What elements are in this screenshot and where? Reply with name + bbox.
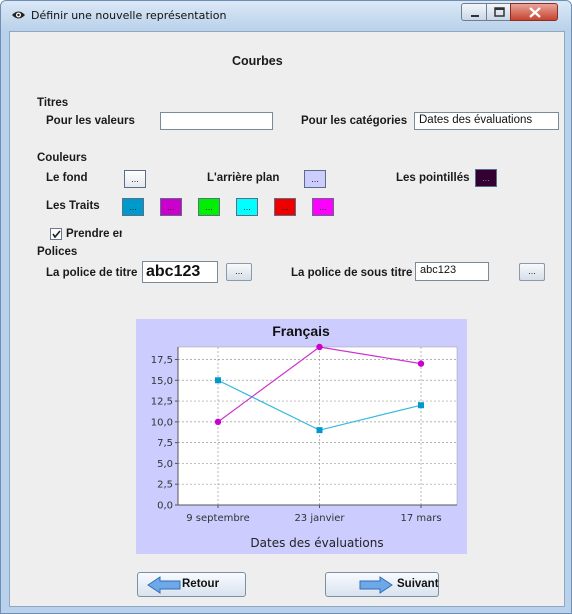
y-tick-label: 2,5 (157, 480, 173, 491)
subtitle-font-label: La police de sous titre (291, 267, 413, 279)
maximize-button[interactable] (486, 3, 511, 21)
data-point (215, 377, 221, 384)
x-axis-title: Dates des évaluations (250, 536, 383, 550)
retour-button[interactable]: Retour (137, 572, 246, 597)
values-title-label: Pour les valeurs (46, 115, 135, 127)
arriere-plan-label: L'arrière plan (207, 172, 280, 184)
trait-color-button-5[interactable]: ... (274, 198, 296, 216)
y-tick-label: 5,0 (157, 459, 173, 470)
window-title: Définir une nouvelle représentation (31, 9, 227, 22)
categories-title-label: Pour les catégories (301, 115, 408, 127)
checkmark-icon (52, 230, 61, 239)
y-tick-label: 0,0 (157, 501, 173, 512)
chart-panel: Français 0,0 2,5 5,0 7,5 10,0 12,5 15,0 17,5 9 … (136, 319, 467, 554)
x-tick-label: 9 septembre (186, 513, 249, 524)
minimize-icon (471, 15, 479, 17)
couleurs-section-label: Couleurs (37, 152, 87, 164)
title-font-button[interactable]: ... (226, 263, 252, 281)
arrow-left-icon (147, 576, 181, 594)
prendre-label: Prendre en (66, 228, 122, 240)
chart-title: Français (272, 323, 330, 339)
subtitle-font-button[interactable]: ... (519, 263, 545, 281)
x-tick-label: 23 janvier (294, 513, 345, 524)
arrow-right-icon (359, 576, 393, 594)
title-font-label: La police de titre (46, 267, 138, 279)
plot-area (177, 346, 458, 506)
subtitle-font-sample[interactable]: abc123 (415, 262, 489, 281)
pointilles-color-button[interactable]: ... (475, 169, 497, 187)
y-tick-label: 15,0 (151, 376, 173, 387)
close-button[interactable] (510, 3, 558, 21)
traits-label: Les Traits (46, 200, 100, 212)
suivant-label: Suivant (397, 578, 439, 590)
y-tick-label: 10,0 (151, 417, 173, 428)
polices-section-label: Polices (37, 246, 78, 258)
data-point (316, 343, 323, 351)
fond-label: Le fond (46, 172, 88, 184)
minimize-button[interactable] (461, 3, 487, 21)
dialog-window: Définir une nouvelle représentation Cour… (0, 0, 572, 614)
trait-color-button-3[interactable]: ... (198, 198, 220, 216)
prendre-checkbox[interactable] (50, 228, 62, 240)
trait-color-button-1[interactable]: ... (122, 198, 144, 216)
data-point (316, 427, 323, 434)
title-font-sample[interactable]: abc123 (142, 261, 218, 283)
titres-section-label: Titres (37, 97, 69, 109)
data-point (214, 418, 222, 426)
categories-title-input[interactable]: Dates des évaluations (414, 112, 559, 130)
dialog-content: Courbes Titres Pour les valeurs Pour les… (9, 31, 565, 607)
eye-icon (12, 11, 25, 19)
title-bar[interactable]: Définir une nouvelle représentation (1, 1, 571, 31)
data-point (418, 402, 424, 409)
pointilles-label: Les pointillés (396, 172, 470, 184)
line-chart: Français 0,0 2,5 5,0 7,5 10,0 12,5 15,0 17,5 9 … (151, 323, 458, 550)
x-tick-label: 17 mars (400, 513, 441, 524)
arriere-plan-color-button[interactable]: ... (304, 170, 326, 188)
page-title: Courbes (232, 54, 283, 68)
trait-color-button-2[interactable]: ... (160, 198, 182, 216)
values-title-input[interactable] (160, 112, 273, 130)
maximize-icon (494, 7, 505, 17)
y-tick-label: 17,5 (151, 355, 173, 366)
data-point (417, 360, 425, 367)
y-tick-label: 12,5 (151, 397, 173, 408)
suivant-button[interactable]: Suivant (325, 572, 439, 597)
trait-color-button-6[interactable]: ... (312, 198, 334, 216)
trait-color-button-4[interactable]: ... (236, 198, 258, 216)
y-tick-label: 7,5 (157, 438, 173, 449)
retour-label: Retour (182, 578, 220, 590)
fond-color-button[interactable]: ... (124, 170, 146, 188)
close-icon (529, 7, 541, 18)
